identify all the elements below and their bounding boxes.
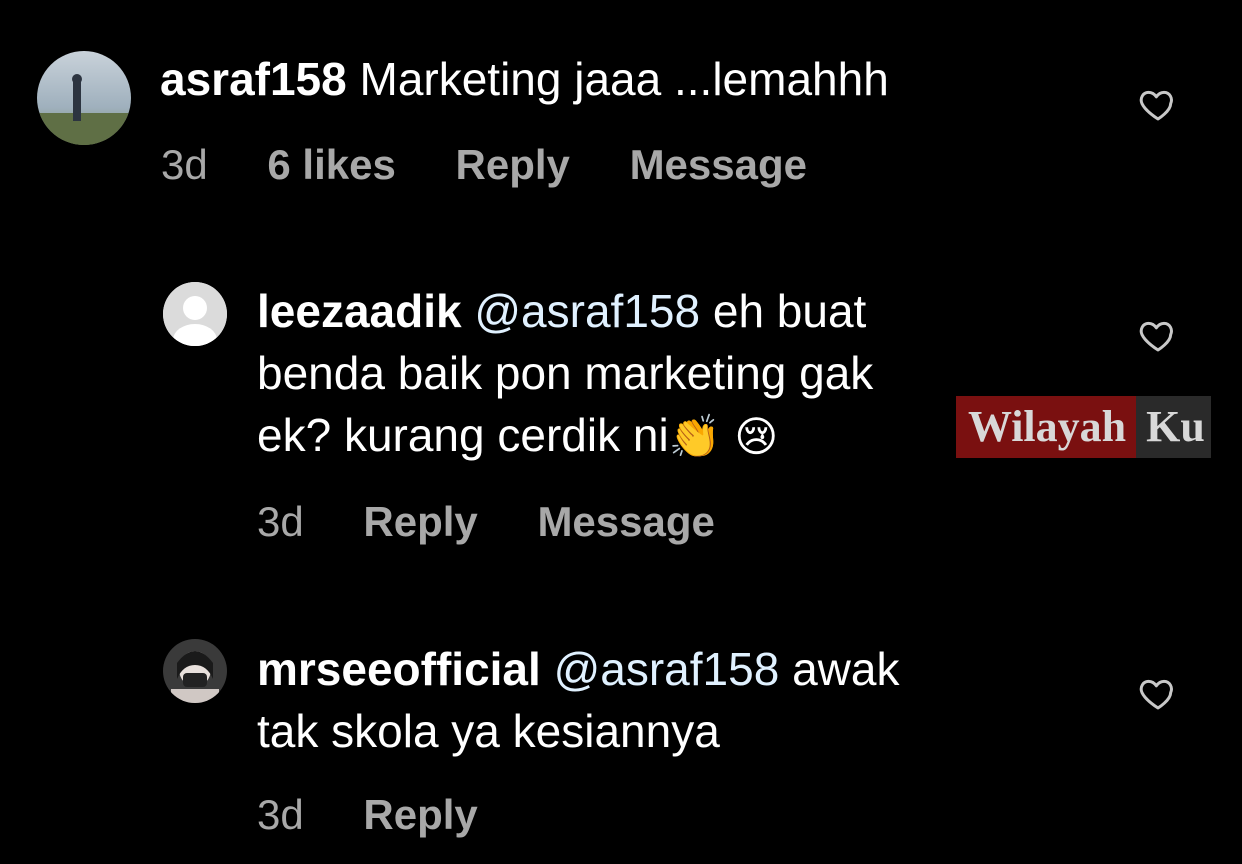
avatar[interactable] [37, 51, 131, 145]
watermark-logo: Wilayah Ku [956, 396, 1211, 458]
reply-button[interactable]: Reply [363, 497, 477, 547]
comment-username[interactable]: leezaadik [257, 285, 462, 337]
comment-body-line1: eh buat [712, 285, 867, 337]
comment-body-line2: tak skola ya kesiannya [257, 705, 720, 757]
comment-text: leezaadik @asraf158 eh buat benda baik p… [257, 280, 1017, 468]
heart-outline-icon[interactable] [1138, 315, 1178, 355]
comment-time: 3d [257, 791, 304, 838]
avatar[interactable] [163, 282, 227, 346]
comment-time: 3d [161, 141, 208, 188]
default-avatar-icon [163, 282, 227, 346]
comment-meta: 3d Reply [257, 790, 526, 840]
heart-outline-icon[interactable] [1138, 673, 1178, 713]
comment-meta: 3d Reply Message [257, 497, 763, 547]
likes-count-link[interactable]: 6 likes [267, 140, 395, 190]
comment-time: 3d [257, 498, 304, 545]
avatar[interactable] [163, 639, 227, 703]
comment-text: asraf158 Marketing jaaa ...lemahhh [160, 48, 889, 110]
comment-body: Marketing jaaa ...lemahhh [359, 53, 889, 105]
comment-body-line1: awak [792, 643, 900, 695]
comment-text: mrseeofficial @asraf158 awak tak skola y… [257, 638, 1017, 762]
reply-button[interactable]: Reply [456, 140, 570, 190]
watermark-part1: Wilayah [956, 396, 1137, 458]
reply-button[interactable]: Reply [363, 790, 477, 840]
message-button[interactable]: Message [630, 140, 807, 190]
avatar-photo-landscape [37, 51, 131, 145]
mention-link[interactable]: @asraf158 [554, 643, 780, 695]
message-button[interactable]: Message [537, 497, 714, 547]
comment-username[interactable]: asraf158 [160, 53, 347, 105]
mention-link[interactable]: @asraf158 [474, 285, 700, 337]
comment-username[interactable]: mrseeofficial [257, 643, 541, 695]
avatar-photo-person [163, 639, 227, 703]
heart-outline-icon[interactable] [1138, 84, 1178, 124]
clap-cry-emoji: 👏 😢 [668, 412, 779, 461]
comment-meta: 3d 6 likes Reply Message [161, 140, 855, 190]
comment-body-line3: ek? kurang cerdik ni [257, 409, 669, 461]
comment-body-line2: benda baik pon marketing gak [257, 347, 874, 399]
watermark-part2: Ku [1136, 396, 1211, 458]
